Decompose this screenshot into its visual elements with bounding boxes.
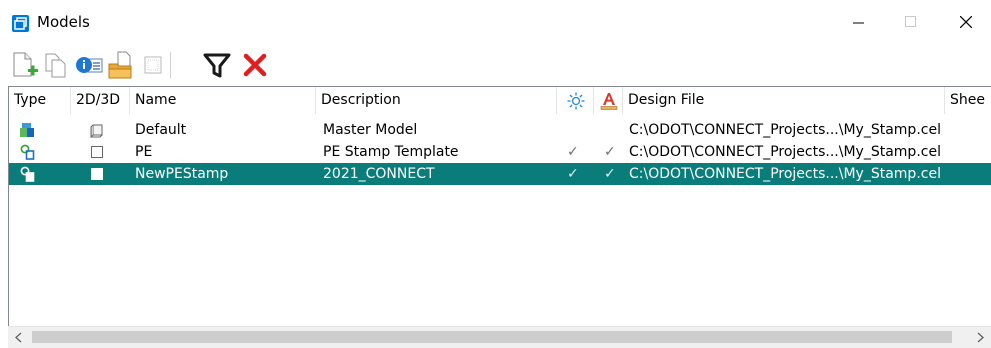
annotation-scale-icon bbox=[600, 93, 618, 110]
close-icon bbox=[960, 16, 972, 28]
list-item[interactable]: Default Master Model C:\ODOT\CONNECT_Pro… bbox=[9, 119, 991, 141]
delete-icon bbox=[243, 53, 267, 77]
create-model-button[interactable] bbox=[10, 49, 40, 81]
column-header-annotation[interactable] bbox=[594, 87, 623, 114]
square-icon bbox=[91, 168, 103, 180]
window-title: Models bbox=[37, 13, 90, 31]
filter-icon bbox=[203, 53, 231, 78]
annotation-check: ✓ bbox=[604, 144, 616, 160]
maximize-icon bbox=[905, 16, 916, 27]
scroll-right-button[interactable] bbox=[969, 327, 991, 348]
annotation-check: ✓ bbox=[604, 166, 616, 182]
column-header-2d3d[interactable]: 2D/3D bbox=[71, 87, 130, 114]
folder-import-icon bbox=[108, 51, 132, 79]
column-header-name[interactable]: Name bbox=[130, 87, 316, 114]
minimize-button[interactable] bbox=[836, 0, 882, 44]
model-name: NewPEStamp bbox=[135, 166, 229, 182]
models-dialog: Models Type 2D/3D Name Description Desig… bbox=[0, 0, 991, 348]
disabled-button[interactable] bbox=[138, 49, 168, 81]
model-properties-button[interactable] bbox=[74, 49, 104, 81]
new-model-icon bbox=[13, 52, 38, 77]
properties-icon bbox=[76, 57, 103, 73]
3d-model-icon bbox=[20, 123, 34, 137]
display-check: ✓ bbox=[567, 166, 579, 182]
title-bar[interactable]: Models bbox=[0, 0, 991, 44]
column-header-display[interactable] bbox=[557, 87, 594, 114]
minimize-icon bbox=[853, 22, 864, 24]
maximize-button[interactable] bbox=[888, 0, 934, 44]
disabled-box-icon bbox=[144, 56, 162, 74]
copy-model-button[interactable] bbox=[42, 49, 72, 81]
column-header-design-file[interactable]: Design File bbox=[623, 87, 945, 114]
copy-icon bbox=[45, 53, 66, 78]
list-item-selected[interactable]: NewPEStamp 2021_CONNECT ✓ ✓ C:\ODOT\CONN… bbox=[9, 163, 991, 185]
model-description: 2021_CONNECT bbox=[323, 166, 435, 182]
column-header-type[interactable]: Type bbox=[9, 87, 71, 114]
filter-button[interactable] bbox=[202, 49, 232, 81]
model-name: PE bbox=[135, 144, 153, 160]
model-description: Master Model bbox=[323, 122, 418, 138]
cube-icon bbox=[90, 124, 103, 138]
model-name: Default bbox=[135, 122, 187, 138]
toolbar-separator bbox=[170, 52, 171, 78]
models-window-icon bbox=[12, 15, 29, 32]
chevron-right-icon bbox=[977, 332, 984, 343]
model-description: PE Stamp Template bbox=[323, 144, 459, 160]
display-check: ✓ bbox=[567, 144, 579, 160]
chevron-left-icon bbox=[15, 332, 22, 343]
horizontal-scrollbar[interactable] bbox=[8, 326, 991, 348]
design-file-path: C:\ODOT\CONNECT_Projects...\My_Stamp.cel bbox=[629, 122, 941, 138]
cell-model-icon bbox=[20, 166, 35, 182]
design-file-path: C:\ODOT\CONNECT_Projects...\My_Stamp.cel bbox=[629, 166, 941, 182]
models-list[interactable]: Type 2D/3D Name Description Design File … bbox=[8, 86, 991, 348]
list-header: Type 2D/3D Name Description Design File … bbox=[9, 87, 991, 114]
toolbar bbox=[0, 44, 991, 86]
design-file-path: C:\ODOT\CONNECT_Projects...\My_Stamp.cel bbox=[629, 144, 941, 160]
list-item[interactable]: PE PE Stamp Template ✓ ✓ C:\ODOT\CONNECT… bbox=[9, 141, 991, 163]
scroll-left-button[interactable] bbox=[8, 327, 30, 348]
close-button[interactable] bbox=[943, 0, 989, 44]
delete-button[interactable] bbox=[240, 49, 270, 81]
column-header-description[interactable]: Description bbox=[316, 87, 557, 114]
cell-model-icon bbox=[20, 144, 35, 160]
sun-icon bbox=[567, 92, 585, 110]
square-icon bbox=[91, 146, 103, 158]
column-header-sheet[interactable]: Shee bbox=[945, 87, 991, 114]
scrollbar-thumb[interactable] bbox=[32, 331, 952, 343]
import-button[interactable] bbox=[106, 49, 136, 81]
